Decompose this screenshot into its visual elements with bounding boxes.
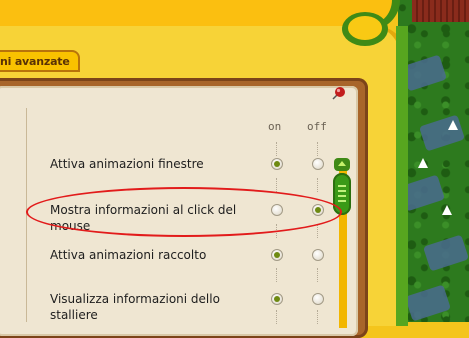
- barn: [412, 0, 469, 22]
- chevron-up-icon[interactable]: [334, 158, 350, 171]
- setting-label-window-animations: Attiva animazioni finestre: [50, 157, 204, 171]
- column-header-off: off: [307, 120, 327, 133]
- panel-right-edge: [396, 26, 408, 326]
- radio-stable-info-on[interactable]: [271, 293, 283, 305]
- tab-advanced-options[interactable]: ni avanzate: [0, 50, 80, 72]
- radio-harvest-animations-off[interactable]: [312, 249, 324, 261]
- column-header-on: on: [268, 120, 282, 133]
- highlight-annotation: [26, 187, 342, 237]
- tab-label: ni avanzate: [0, 55, 70, 68]
- window-corner-button[interactable]: [342, 12, 388, 46]
- radio-window-animations-off[interactable]: [312, 158, 324, 170]
- setting-label-harvest-animations: Attiva animazioni raccolto: [50, 248, 207, 262]
- radio-harvest-animations-on[interactable]: [271, 249, 283, 261]
- farm-background: [398, 0, 469, 322]
- pushpin-icon: [332, 87, 345, 100]
- setting-label-stable-info: Visualizza informazioni dello stalliere: [50, 292, 220, 322]
- radio-stable-info-off[interactable]: [312, 293, 324, 305]
- radio-window-animations-on[interactable]: [271, 158, 283, 170]
